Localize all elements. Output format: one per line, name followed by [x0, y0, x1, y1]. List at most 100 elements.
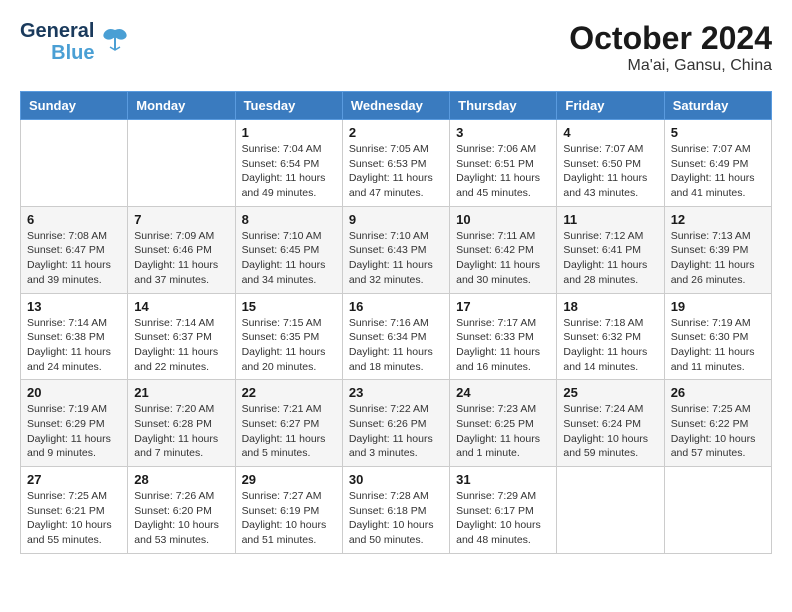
column-header-wednesday: Wednesday — [342, 92, 449, 120]
day-cell: 23 Sunrise: 7:22 AM Sunset: 6:26 PM Dayli… — [342, 380, 449, 467]
day-number: 23 — [349, 385, 443, 400]
day-cell — [557, 467, 664, 554]
day-cell: 1 Sunrise: 7:04 AM Sunset: 6:54 PM Daylig… — [235, 120, 342, 207]
day-cell: 18Sunrise: 7:18 AM Sunset: 6:32 PM Dayli… — [557, 293, 664, 380]
column-header-tuesday: Tuesday — [235, 92, 342, 120]
day-info: Sunrise: 7:15 AM Sunset: 6:35 PM Dayligh… — [242, 316, 336, 375]
day-info: Sunrise: 7:16 AM Sunset: 6:34 PM Dayligh… — [349, 316, 443, 375]
logo-general: General — [20, 20, 94, 42]
day-cell: 28Sunrise: 7:26 AM Sunset: 6:20 PM Dayli… — [128, 467, 235, 554]
day-number: 28 — [134, 472, 228, 487]
day-cell: 5Sunrise: 7:07 AM Sunset: 6:49 PM Daylig… — [664, 120, 771, 207]
day-info: Sunrise: 7:23 AM Sunset: 6:25 PM Dayligh… — [456, 402, 550, 461]
week-row-4: 20 Sunrise: 7:19 AM Sunset: 6:29 PM Dayli… — [21, 380, 772, 467]
page-header: General Blue October 2024 Ma'ai, Gansu, … — [20, 20, 772, 75]
day-cell: 31 Sunrise: 7:29 AM Sunset: 6:17 PM Dayli… — [450, 467, 557, 554]
logo-blue: Blue — [51, 42, 94, 64]
day-number: 3 — [456, 125, 550, 140]
day-info: Sunrise: 7:22 AM Sunset: 6:26 PM Dayligh… — [349, 402, 443, 461]
day-info: Sunrise: 7:07 AM Sunset: 6:49 PM Dayligh… — [671, 142, 765, 201]
day-info: Sunrise: 7:14 AM Sunset: 6:37 PM Dayligh… — [134, 316, 228, 375]
day-cell: 16 Sunrise: 7:16 AM Sunset: 6:34 PM Dayli… — [342, 293, 449, 380]
day-cell: 4Sunrise: 7:07 AM Sunset: 6:50 PM Daylig… — [557, 120, 664, 207]
logo-bird-icon — [100, 25, 130, 60]
day-cell — [21, 120, 128, 207]
day-info: Sunrise: 7:14 AM Sunset: 6:38 PM Dayligh… — [27, 316, 121, 375]
calendar-table: SundayMondayTuesdayWednesdayThursdayFrid… — [20, 91, 772, 554]
day-number: 19 — [671, 299, 765, 314]
day-number: 27 — [27, 472, 121, 487]
column-header-thursday: Thursday — [450, 92, 557, 120]
day-info: Sunrise: 7:07 AM Sunset: 6:50 PM Dayligh… — [563, 142, 657, 201]
day-number: 7 — [134, 212, 228, 227]
day-cell: 11Sunrise: 7:12 AM Sunset: 6:41 PM Dayli… — [557, 206, 664, 293]
day-cell: 30Sunrise: 7:28 AM Sunset: 6:18 PM Dayli… — [342, 467, 449, 554]
day-number: 17 — [456, 299, 550, 314]
week-row-1: 1 Sunrise: 7:04 AM Sunset: 6:54 PM Daylig… — [21, 120, 772, 207]
day-info: Sunrise: 7:25 AM Sunset: 6:22 PM Dayligh… — [671, 402, 765, 461]
day-info: Sunrise: 7:05 AM Sunset: 6:53 PM Dayligh… — [349, 142, 443, 201]
day-cell: 13 Sunrise: 7:14 AM Sunset: 6:38 PM Dayli… — [21, 293, 128, 380]
day-number: 1 — [242, 125, 336, 140]
column-header-monday: Monday — [128, 92, 235, 120]
day-cell: 14 Sunrise: 7:14 AM Sunset: 6:37 PM Dayli… — [128, 293, 235, 380]
day-info: Sunrise: 7:24 AM Sunset: 6:24 PM Dayligh… — [563, 402, 657, 461]
day-cell — [128, 120, 235, 207]
day-cell: 25 Sunrise: 7:24 AM Sunset: 6:24 PM Dayli… — [557, 380, 664, 467]
day-info: Sunrise: 7:17 AM Sunset: 6:33 PM Dayligh… — [456, 316, 550, 375]
day-cell: 29 Sunrise: 7:27 AM Sunset: 6:19 PM Dayli… — [235, 467, 342, 554]
day-number: 25 — [563, 385, 657, 400]
week-row-5: 27 Sunrise: 7:25 AM Sunset: 6:21 PM Dayli… — [21, 467, 772, 554]
column-header-saturday: Saturday — [664, 92, 771, 120]
day-number: 6 — [27, 212, 121, 227]
day-number: 22 — [242, 385, 336, 400]
day-number: 29 — [242, 472, 336, 487]
day-cell: 22 Sunrise: 7:21 AM Sunset: 6:27 PM Dayli… — [235, 380, 342, 467]
day-number: 13 — [27, 299, 121, 314]
day-cell: 12 Sunrise: 7:13 AM Sunset: 6:39 PM Dayli… — [664, 206, 771, 293]
day-number: 16 — [349, 299, 443, 314]
day-info: Sunrise: 7:09 AM Sunset: 6:46 PM Dayligh… — [134, 229, 228, 288]
day-info: Sunrise: 7:10 AM Sunset: 6:43 PM Dayligh… — [349, 229, 443, 288]
day-info: Sunrise: 7:29 AM Sunset: 6:17 PM Dayligh… — [456, 489, 550, 548]
day-info: Sunrise: 7:19 AM Sunset: 6:30 PM Dayligh… — [671, 316, 765, 375]
calendar-title: October 2024 — [569, 20, 772, 57]
day-cell: 8 Sunrise: 7:10 AM Sunset: 6:45 PM Daylig… — [235, 206, 342, 293]
day-cell: 26Sunrise: 7:25 AM Sunset: 6:22 PM Dayli… — [664, 380, 771, 467]
day-cell: 27 Sunrise: 7:25 AM Sunset: 6:21 PM Dayli… — [21, 467, 128, 554]
day-number: 14 — [134, 299, 228, 314]
day-number: 24 — [456, 385, 550, 400]
day-cell: 17 Sunrise: 7:17 AM Sunset: 6:33 PM Dayli… — [450, 293, 557, 380]
day-cell: 9 Sunrise: 7:10 AM Sunset: 6:43 PM Daylig… — [342, 206, 449, 293]
day-number: 20 — [27, 385, 121, 400]
day-cell: 6 Sunrise: 7:08 AM Sunset: 6:47 PM Daylig… — [21, 206, 128, 293]
day-number: 12 — [671, 212, 765, 227]
day-info: Sunrise: 7:13 AM Sunset: 6:39 PM Dayligh… — [671, 229, 765, 288]
logo: General Blue — [20, 20, 130, 64]
day-info: Sunrise: 7:25 AM Sunset: 6:21 PM Dayligh… — [27, 489, 121, 548]
day-cell: 7 Sunrise: 7:09 AM Sunset: 6:46 PM Daylig… — [128, 206, 235, 293]
title-block: October 2024 Ma'ai, Gansu, China — [569, 20, 772, 75]
day-info: Sunrise: 7:21 AM Sunset: 6:27 PM Dayligh… — [242, 402, 336, 461]
day-number: 30 — [349, 472, 443, 487]
column-header-sunday: Sunday — [21, 92, 128, 120]
week-row-2: 6 Sunrise: 7:08 AM Sunset: 6:47 PM Daylig… — [21, 206, 772, 293]
day-info: Sunrise: 7:11 AM Sunset: 6:42 PM Dayligh… — [456, 229, 550, 288]
day-number: 8 — [242, 212, 336, 227]
day-number: 2 — [349, 125, 443, 140]
day-number: 31 — [456, 472, 550, 487]
week-row-3: 13 Sunrise: 7:14 AM Sunset: 6:38 PM Dayli… — [21, 293, 772, 380]
day-cell: 19 Sunrise: 7:19 AM Sunset: 6:30 PM Dayli… — [664, 293, 771, 380]
day-info: Sunrise: 7:10 AM Sunset: 6:45 PM Dayligh… — [242, 229, 336, 288]
day-info: Sunrise: 7:20 AM Sunset: 6:28 PM Dayligh… — [134, 402, 228, 461]
day-info: Sunrise: 7:06 AM Sunset: 6:51 PM Dayligh… — [456, 142, 550, 201]
day-number: 9 — [349, 212, 443, 227]
day-info: Sunrise: 7:19 AM Sunset: 6:29 PM Dayligh… — [27, 402, 121, 461]
day-info: Sunrise: 7:27 AM Sunset: 6:19 PM Dayligh… — [242, 489, 336, 548]
day-cell: 24 Sunrise: 7:23 AM Sunset: 6:25 PM Dayli… — [450, 380, 557, 467]
calendar-subtitle: Ma'ai, Gansu, China — [569, 57, 772, 75]
day-info: Sunrise: 7:04 AM Sunset: 6:54 PM Dayligh… — [242, 142, 336, 201]
day-info: Sunrise: 7:08 AM Sunset: 6:47 PM Dayligh… — [27, 229, 121, 288]
calendar-header-row: SundayMondayTuesdayWednesdayThursdayFrid… — [21, 92, 772, 120]
day-cell: 20 Sunrise: 7:19 AM Sunset: 6:29 PM Dayli… — [21, 380, 128, 467]
